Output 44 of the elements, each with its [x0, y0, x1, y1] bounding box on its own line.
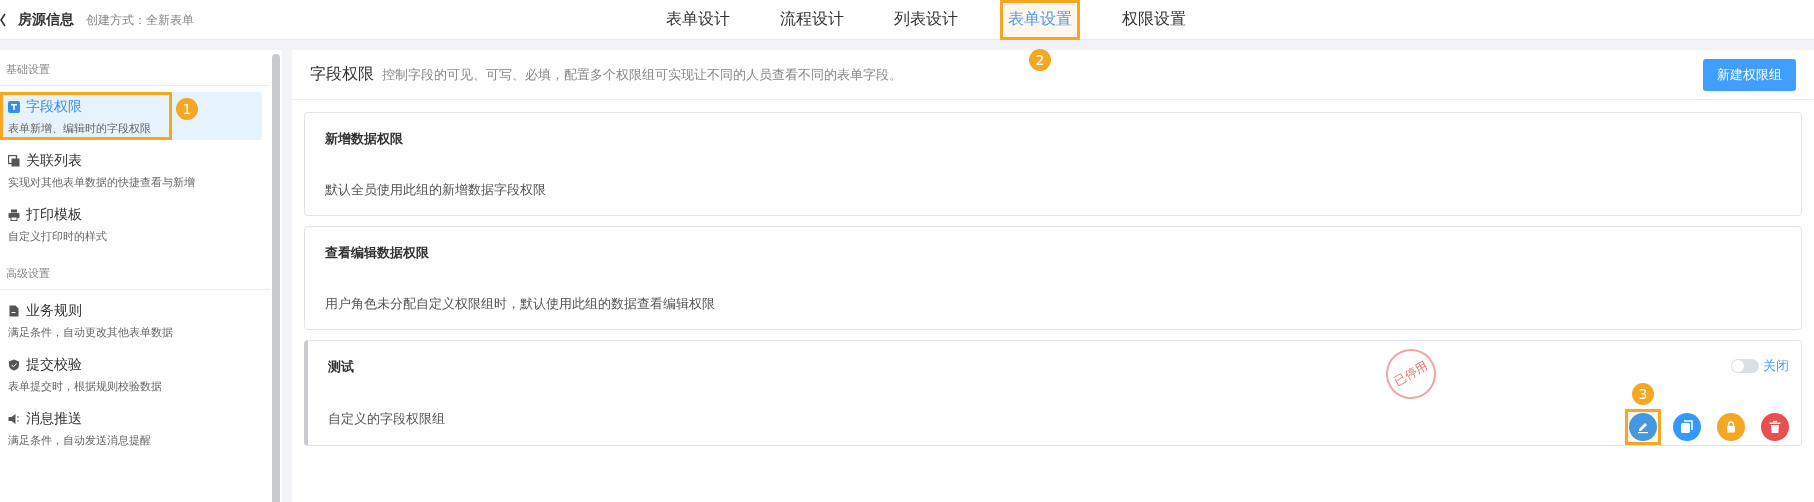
menu-item[interactable]: 字段权限 表单新增、编辑时的字段权限 1 [0, 92, 262, 140]
section-title: 高级设置 [0, 254, 270, 290]
copy-icon [1680, 420, 1694, 434]
nav-tab[interactable]: 权限设置 [1114, 0, 1194, 40]
lock-button[interactable] [1717, 413, 1745, 441]
file-icon [8, 305, 20, 317]
speaker-icon [8, 413, 20, 425]
back-icon[interactable] [0, 13, 6, 27]
printer-icon [8, 209, 20, 221]
nav-tab[interactable]: 流程设计 [772, 0, 852, 40]
menu-item[interactable]: 业务规则 满足条件，自动更改其他表单数据 [0, 296, 262, 344]
card-description: 自定义的字段权限组 [328, 410, 445, 428]
shield-icon [8, 359, 20, 371]
lock-icon [1724, 420, 1738, 434]
nav-tab[interactable]: 列表设计 [886, 0, 966, 40]
toggle-label: 关闭 [1763, 357, 1789, 375]
step-badge: 1 [176, 98, 198, 120]
trash-icon [1768, 420, 1782, 434]
toggle-switch[interactable] [1731, 359, 1759, 373]
menu-item[interactable]: 关联列表 实现对其他表单数据的快捷查看与新增 [0, 146, 262, 194]
creation-method: 创建方式：全新表单 [86, 11, 194, 29]
edit-button[interactable] [1629, 413, 1657, 441]
step-badge: 2 [1029, 48, 1051, 71]
pencil-icon [1636, 420, 1650, 434]
card-title: 查看编辑数据权限 [325, 243, 429, 262]
text-icon [8, 101, 20, 113]
copy-icon [8, 155, 20, 167]
card-title: 测试 [328, 358, 354, 376]
nav-tab[interactable]: 表单设计 [658, 0, 738, 40]
card-description: 用户角色未分配自定义权限组时，默认使用此组的数据查看编辑权限 [325, 294, 715, 313]
menu-item[interactable]: 打印模板 自定义打印时的样式 [0, 200, 262, 248]
highlight-frame [1625, 409, 1661, 445]
panel-title: 字段权限 [310, 64, 374, 85]
step-badge: 3 [1632, 383, 1654, 405]
form-title: 房源信息 [18, 11, 74, 29]
panel-description: 控制字段的可见、可写、必填，配置多个权限组可实现让不同的人员查看不同的表单字段。 [382, 65, 903, 84]
card-title: 新增数据权限 [325, 129, 403, 148]
scrollbar[interactable] [272, 54, 280, 502]
menu-item[interactable]: 消息推送 满足条件，自动发送消息提醒 [0, 404, 262, 452]
copy-button[interactable] [1673, 413, 1701, 441]
card-description: 默认全员使用此组的新增数据字段权限 [325, 180, 546, 199]
delete-button[interactable] [1761, 413, 1789, 441]
menu-item[interactable]: 提交校验 表单提交时，根据规则校验数据 [0, 350, 262, 398]
section-title: 基础设置 [0, 50, 270, 86]
